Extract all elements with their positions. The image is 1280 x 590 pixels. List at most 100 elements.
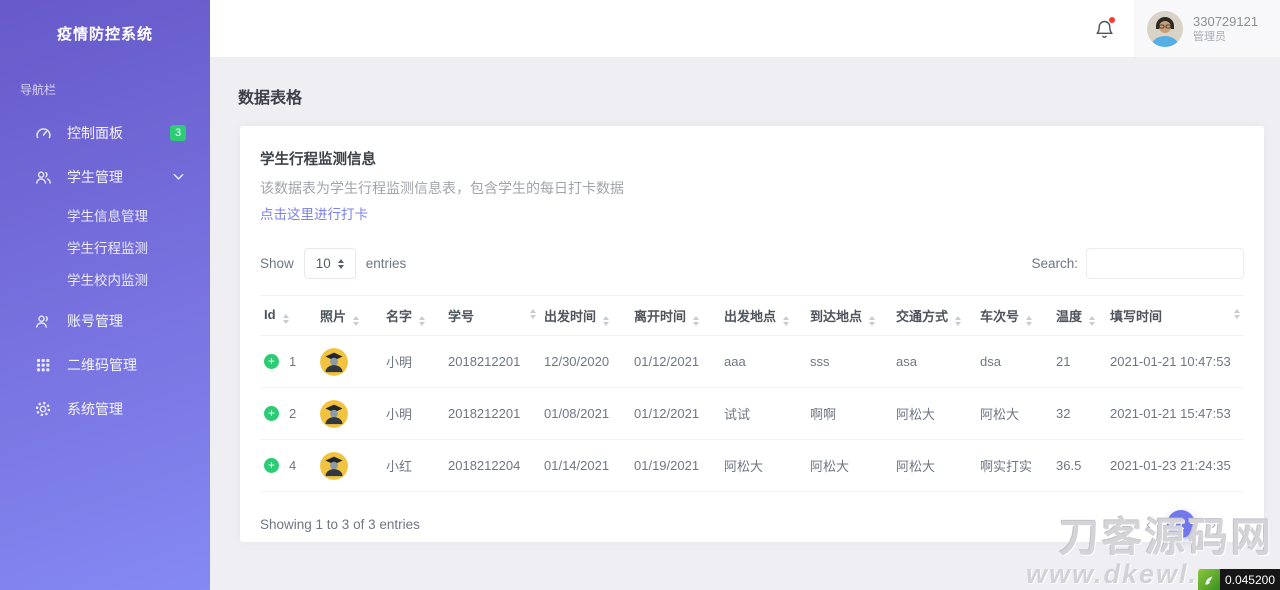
cell-to: 阿松大	[806, 439, 892, 492]
column-header-id[interactable]: Id	[260, 295, 316, 336]
table-footer: Showing 1 to 3 of 3 entries ‹ 1 ›	[260, 510, 1244, 538]
sidebar-item-label: 二维码管理	[67, 357, 137, 373]
user-role: 管理员	[1193, 30, 1226, 43]
showing-entries-text: Showing 1 to 3 of 3 entries	[260, 516, 420, 532]
sidebar-item-qrcode-mgmt[interactable]: 二维码管理	[0, 343, 210, 387]
page-size-select[interactable]: 10	[303, 248, 356, 279]
cell-from: 阿松大	[720, 439, 806, 492]
cell-name: 小明	[382, 387, 444, 440]
search-input[interactable]	[1086, 248, 1244, 279]
notification-dot	[1109, 16, 1115, 23]
cell-transport: asa	[892, 335, 976, 388]
sort-icon	[1234, 309, 1240, 319]
user-icon	[33, 311, 53, 331]
cell-filled-at: 2021-01-21 15:47:53	[1106, 387, 1244, 440]
pagination: ‹ 1 ›	[1146, 510, 1216, 538]
leaf-icon	[1197, 569, 1220, 590]
user-profile[interactable]: 330729121 管理员	[1134, 0, 1280, 57]
entries-label: entries	[365, 256, 407, 271]
expand-row-button[interactable]: +	[264, 406, 279, 421]
cell-depart-date: 01/08/2021	[540, 387, 630, 440]
cell-student-no: 2018212204	[444, 439, 540, 492]
student-photo[interactable]	[320, 347, 348, 376]
student-photo[interactable]	[320, 399, 348, 428]
column-header-temperature[interactable]: 温度	[1052, 295, 1106, 336]
cell-transport: 阿松大	[892, 439, 976, 492]
cell-train-no: 啊实打实	[976, 439, 1052, 492]
expand-row-button[interactable]: +	[264, 458, 279, 473]
select-arrows-icon	[337, 258, 344, 269]
cell-train-no: dsa	[976, 335, 1052, 388]
users-icon	[33, 167, 53, 187]
cell-student-no: 2018212201	[444, 335, 540, 388]
column-header-photo[interactable]: 照片	[316, 295, 382, 336]
page-title: 数据表格	[238, 90, 303, 107]
column-header-student-no[interactable]: 学号	[444, 295, 540, 336]
sort-icon	[955, 315, 962, 326]
cell-from: 试试	[720, 387, 806, 440]
checkin-link[interactable]: 点击这里进行打卡	[260, 203, 368, 223]
cell-temperature: 21	[1052, 335, 1106, 388]
sort-icon	[419, 315, 426, 326]
sort-icon	[530, 309, 536, 319]
cell-filled-at: 2021-01-21 10:47:53	[1106, 335, 1244, 388]
chevron-down-icon	[173, 173, 184, 181]
sidebar-item-account-mgmt[interactable]: 账号管理	[0, 299, 210, 343]
prev-page-button[interactable]: ‹	[1146, 516, 1151, 533]
sort-icon	[869, 315, 876, 326]
debug-time-text: 0.045200	[1219, 569, 1280, 590]
column-header-arrive-place[interactable]: 到达地点	[806, 295, 892, 336]
sidebar-item-label: 系统管理	[67, 401, 123, 417]
table-row: +1 小明 2018212201 12/30/2020 01/12/2021 a…	[260, 335, 1244, 388]
app-title: 疫情防控系统	[56, 26, 153, 43]
sort-icon	[1026, 315, 1033, 326]
username: 330729121	[1193, 13, 1259, 29]
cell-leave-date: 01/12/2021	[630, 387, 720, 440]
sidebar-subitem-student-campus[interactable]: 学生校内监测	[0, 263, 210, 295]
column-header-transport[interactable]: 交通方式	[892, 295, 976, 336]
sort-icon	[603, 315, 610, 326]
data-table: Id 照片 名字 学号 出发时间 离开时间 出发地点 到达地点 交通方式 车次号…	[260, 295, 1244, 492]
sidebar-subitem-student-info[interactable]: 学生信息管理	[0, 199, 210, 231]
sort-icon	[1089, 315, 1096, 326]
sidebar-menu: 控制面板 3 学生管理 学生信息管理 学生行程监测 学生校内监测 账号管理 二维…	[0, 111, 210, 431]
cell-id: 1	[289, 354, 297, 369]
nav-section-label: 导航栏	[20, 83, 57, 97]
next-page-button[interactable]: ›	[1211, 516, 1216, 533]
sidebar-item-system-mgmt[interactable]: 系统管理	[0, 387, 210, 431]
column-header-depart-place[interactable]: 出发地点	[720, 295, 806, 336]
notification-bell-icon[interactable]	[1094, 16, 1116, 41]
table-controls: Show 10 entries Search:	[260, 248, 1244, 279]
top-header: 330729121 管理员	[210, 0, 1280, 58]
cell-id: 2	[289, 406, 297, 421]
sort-icon	[783, 315, 790, 326]
show-label: Show	[260, 256, 294, 271]
column-header-train-no[interactable]: 车次号	[976, 295, 1052, 336]
column-header-filled-time[interactable]: 填写时间	[1106, 295, 1244, 336]
table-header-row: Id 照片 名字 学号 出发时间 离开时间 出发地点 到达地点 交通方式 车次号…	[260, 295, 1244, 336]
column-header-name[interactable]: 名字	[382, 295, 444, 336]
sidebar-item-dashboard[interactable]: 控制面板 3	[0, 111, 210, 155]
sidebar-subitem-student-trip[interactable]: 学生行程监测	[0, 231, 210, 263]
search-label: Search:	[1031, 256, 1078, 271]
cell-name: 小明	[382, 335, 444, 388]
qrcode-grid-icon	[33, 355, 53, 375]
column-header-depart-time[interactable]: 出发时间	[540, 295, 630, 336]
debug-trace-badge[interactable]: 0.045200	[1197, 569, 1280, 590]
expand-row-button[interactable]: +	[264, 354, 279, 369]
gear-icon	[33, 399, 53, 419]
student-photo[interactable]	[320, 451, 348, 480]
data-table-card: 学生行程监测信息 该数据表为学生行程监测信息表，包含学生的每日打卡数据 点击这里…	[240, 126, 1264, 542]
page-1-button[interactable]: 1	[1167, 510, 1195, 538]
cell-transport: 阿松大	[892, 387, 976, 440]
sidebar-item-label: 账号管理	[67, 313, 123, 329]
cell-to: sss	[806, 335, 892, 388]
cell-leave-date: 01/19/2021	[630, 439, 720, 492]
main-content: 数据表格 学生行程监测信息 该数据表为学生行程监测信息表，包含学生的每日打卡数据…	[210, 58, 1280, 590]
card-description: 该数据表为学生行程监测信息表，包含学生的每日打卡数据	[260, 180, 624, 196]
sidebar-item-student-mgmt[interactable]: 学生管理	[0, 155, 210, 199]
dashboard-badge: 3	[170, 125, 186, 141]
sidebar-item-label: 控制面板	[67, 125, 123, 141]
column-header-leave-time[interactable]: 离开时间	[630, 295, 720, 336]
cell-student-no: 2018212201	[444, 387, 540, 440]
